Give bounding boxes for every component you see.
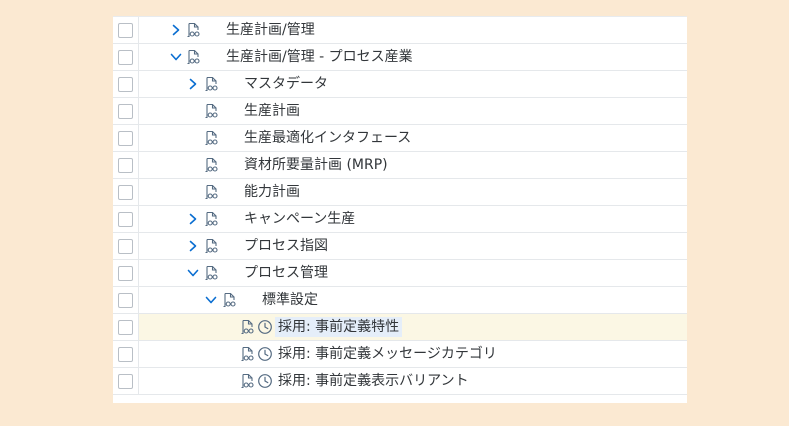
chevron-right-icon[interactable] bbox=[169, 22, 183, 38]
row-selector[interactable] bbox=[113, 206, 139, 232]
document-glasses-icon bbox=[202, 210, 220, 228]
tree-node-label: 標準設定 bbox=[262, 292, 318, 308]
document-glasses-icon bbox=[202, 237, 220, 255]
tree-row-3[interactable]: マスタデータ bbox=[113, 71, 687, 98]
row-checkbox[interactable] bbox=[118, 49, 133, 65]
document-glasses-icon bbox=[184, 21, 202, 39]
tree-node-label: 生産計画/管理 - プロセス産業 bbox=[226, 49, 413, 65]
row-selector[interactable] bbox=[113, 287, 139, 313]
tree-node-label: 生産計画 bbox=[244, 103, 300, 119]
tree-row-content[interactable]: 能力計画 bbox=[139, 179, 687, 205]
tree-row-content[interactable]: キャンペーン生産 bbox=[139, 206, 687, 232]
tree-row-content[interactable]: 生産最適化インタフェース bbox=[139, 125, 687, 151]
tree-row-content[interactable]: プロセス管理 bbox=[139, 260, 687, 286]
row-checkbox[interactable] bbox=[118, 184, 133, 200]
document-glasses-icon bbox=[220, 291, 238, 309]
row-checkbox[interactable] bbox=[118, 157, 133, 173]
tree-node-label: 生産計画/管理 bbox=[226, 22, 315, 38]
tree-row-content[interactable]: 資材所要量計画 (MRP) bbox=[139, 152, 687, 178]
tree-node-label: 能力計画 bbox=[244, 184, 300, 200]
row-checkbox[interactable] bbox=[118, 211, 133, 227]
row-checkbox[interactable] bbox=[118, 22, 133, 38]
row-selector[interactable] bbox=[113, 260, 139, 286]
tree-node-label: キャンペーン生産 bbox=[244, 211, 356, 227]
clock-icon bbox=[257, 319, 273, 335]
tree-row-4[interactable]: 生産計画 bbox=[113, 98, 687, 125]
chevron-down-icon[interactable] bbox=[186, 265, 200, 281]
tree-row-13[interactable]: 採用: 事前定義メッセージカテゴリ bbox=[113, 341, 687, 368]
clock-icon bbox=[257, 373, 273, 389]
tree-row-content[interactable]: 採用: 事前定義メッセージカテゴリ bbox=[139, 341, 687, 367]
row-checkbox[interactable] bbox=[118, 130, 133, 146]
tree-row-9[interactable]: プロセス指図 bbox=[113, 233, 687, 260]
chevron-right-icon[interactable] bbox=[186, 211, 200, 227]
tree-row-content[interactable]: 採用: 事前定義特性 bbox=[139, 314, 687, 340]
tree-row-8[interactable]: キャンペーン生産 bbox=[113, 206, 687, 233]
row-checkbox[interactable] bbox=[118, 319, 133, 335]
row-selector[interactable] bbox=[113, 44, 139, 70]
document-glasses-icon bbox=[238, 318, 256, 336]
tree-row-content[interactable]: プロセス指図 bbox=[139, 233, 687, 259]
row-checkbox[interactable] bbox=[118, 265, 133, 281]
row-selector[interactable] bbox=[113, 341, 139, 367]
row-selector[interactable] bbox=[113, 17, 139, 43]
document-glasses-icon bbox=[202, 75, 220, 93]
document-glasses-icon bbox=[202, 156, 220, 174]
row-checkbox[interactable] bbox=[118, 292, 133, 308]
tree-table: 生産計画/管理 生産計画/管理 - プロセス産業 マスタデータ 生産計画 生産最… bbox=[113, 16, 687, 403]
tree-row-7[interactable]: 能力計画 bbox=[113, 179, 687, 206]
row-selector[interactable] bbox=[113, 179, 139, 205]
tree-node-label: 資材所要量計画 (MRP) bbox=[244, 157, 388, 173]
tree-row-5[interactable]: 生産最適化インタフェース bbox=[113, 125, 687, 152]
row-checkbox[interactable] bbox=[118, 238, 133, 254]
tree-row-content[interactable]: 生産計画/管理 - プロセス産業 bbox=[139, 44, 687, 70]
tree-row-10[interactable]: プロセス管理 bbox=[113, 260, 687, 287]
clock-icon bbox=[257, 346, 273, 362]
tree-row-12[interactable]: 採用: 事前定義特性 bbox=[113, 314, 687, 341]
row-checkbox[interactable] bbox=[118, 346, 133, 362]
tree-row-6[interactable]: 資材所要量計画 (MRP) bbox=[113, 152, 687, 179]
row-selector[interactable] bbox=[113, 125, 139, 151]
row-selector[interactable] bbox=[113, 314, 139, 340]
document-glasses-icon bbox=[202, 102, 220, 120]
tree-node-label: 採用: 事前定義特性 bbox=[275, 317, 403, 337]
tree-row-14[interactable]: 採用: 事前定義表示バリアント bbox=[113, 368, 687, 395]
tree-row-content[interactable]: 採用: 事前定義表示バリアント bbox=[139, 368, 687, 394]
tree-row-content[interactable]: 生産計画 bbox=[139, 98, 687, 124]
tree-row-2[interactable]: 生産計画/管理 - プロセス産業 bbox=[113, 44, 687, 71]
tree-node-label: 採用: 事前定義メッセージカテゴリ bbox=[278, 346, 497, 362]
document-glasses-icon bbox=[238, 345, 256, 363]
tree-row-content[interactable]: 生産計画/管理 bbox=[139, 17, 687, 43]
tree-node-label: 採用: 事前定義表示バリアント bbox=[278, 373, 469, 389]
tree-row-content[interactable]: マスタデータ bbox=[139, 71, 687, 97]
document-glasses-icon bbox=[184, 48, 202, 66]
row-checkbox[interactable] bbox=[118, 373, 133, 389]
document-glasses-icon bbox=[202, 264, 220, 282]
tree-node-label: プロセス指図 bbox=[244, 238, 328, 254]
row-checkbox[interactable] bbox=[118, 103, 133, 119]
chevron-down-icon[interactable] bbox=[169, 49, 183, 65]
tree-node-label: 生産最適化インタフェース bbox=[244, 130, 412, 146]
chevron-down-icon[interactable] bbox=[204, 292, 218, 308]
row-selector[interactable] bbox=[113, 71, 139, 97]
row-selector[interactable] bbox=[113, 233, 139, 259]
chevron-right-icon[interactable] bbox=[186, 76, 200, 92]
tree-row-1[interactable]: 生産計画/管理 bbox=[113, 17, 687, 44]
row-selector[interactable] bbox=[113, 368, 139, 394]
document-glasses-icon bbox=[202, 129, 220, 147]
chevron-right-icon[interactable] bbox=[186, 238, 200, 254]
row-selector[interactable] bbox=[113, 98, 139, 124]
document-glasses-icon bbox=[238, 372, 256, 390]
tree-node-label: マスタデータ bbox=[244, 76, 328, 92]
row-checkbox[interactable] bbox=[118, 76, 133, 92]
document-glasses-icon bbox=[202, 183, 220, 201]
tree-node-label: プロセス管理 bbox=[244, 265, 328, 281]
tree-row-content[interactable]: 標準設定 bbox=[139, 287, 687, 313]
tree-row-11[interactable]: 標準設定 bbox=[113, 287, 687, 314]
row-selector[interactable] bbox=[113, 152, 139, 178]
